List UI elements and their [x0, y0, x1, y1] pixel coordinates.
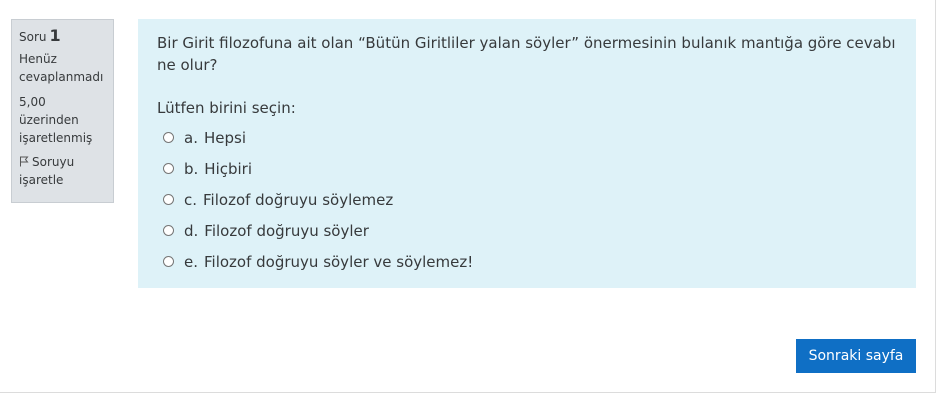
question-number: 1: [49, 26, 61, 45]
radio-button[interactable]: [163, 163, 174, 174]
next-page-button[interactable]: Sonraki sayfa: [796, 339, 916, 373]
radio-button[interactable]: [163, 256, 174, 267]
answer-letter: d.: [184, 221, 199, 240]
flag-icon: [19, 154, 29, 167]
flag-question-link[interactable]: Soruyu işaretle: [19, 153, 106, 189]
question-state: Henüz cevaplanmadı: [19, 52, 104, 84]
answer-prompt: Lütfen birini seçin:: [157, 99, 296, 117]
answer-label: Filozof doğruyu söylemez: [203, 190, 394, 209]
question-content: Bir Girit filozofuna ait olan “Bütün Gir…: [138, 19, 916, 288]
frame-right-border: [935, 0, 936, 393]
answer-option-b[interactable]: b. Hiçbiri: [157, 153, 897, 184]
answer-label: Hiçbiri: [204, 159, 253, 178]
answer-letter: e.: [184, 252, 198, 271]
question-text: Bir Girit filozofuna ait olan “Bütün Gir…: [157, 34, 896, 74]
answer-option-d[interactable]: d. Filozof doğruyu söyler: [157, 215, 897, 246]
question-number-line: Soru 1: [19, 27, 106, 46]
answer-label: Hepsi: [203, 128, 246, 147]
answer-label: Filozof doğruyu söyler: [204, 221, 369, 240]
radio-button[interactable]: [163, 225, 174, 236]
answer-option-e[interactable]: e. Filozof doğruyu söyler ve söylemez!: [157, 246, 897, 277]
answer-option-c[interactable]: c. Filozof doğruyu söylemez: [157, 184, 897, 215]
quiz-page: Soru 1 Henüz cevaplanmadı 5,00 üzerinden …: [0, 0, 944, 409]
radio-button[interactable]: [163, 194, 174, 205]
question-info-panel: Soru 1 Henüz cevaplanmadı 5,00 üzerinden …: [11, 19, 114, 203]
radio-button[interactable]: [163, 132, 174, 143]
answer-option-a[interactable]: a. Hepsi: [157, 122, 897, 153]
frame-bottom-border: [0, 392, 936, 393]
answer-label: Filozof doğruyu söyler ve söylemez!: [204, 252, 474, 271]
answer-letter: b.: [184, 159, 199, 178]
question-grade: 5,00 üzerinden işaretlenmiş: [19, 95, 93, 145]
answer-list: a. Hepsi b. Hiçbiri c. Filozof doğruyu s…: [157, 122, 897, 277]
answer-letter: a.: [184, 128, 198, 147]
answer-letter: c.: [184, 190, 198, 209]
question-label: Soru: [19, 30, 47, 44]
